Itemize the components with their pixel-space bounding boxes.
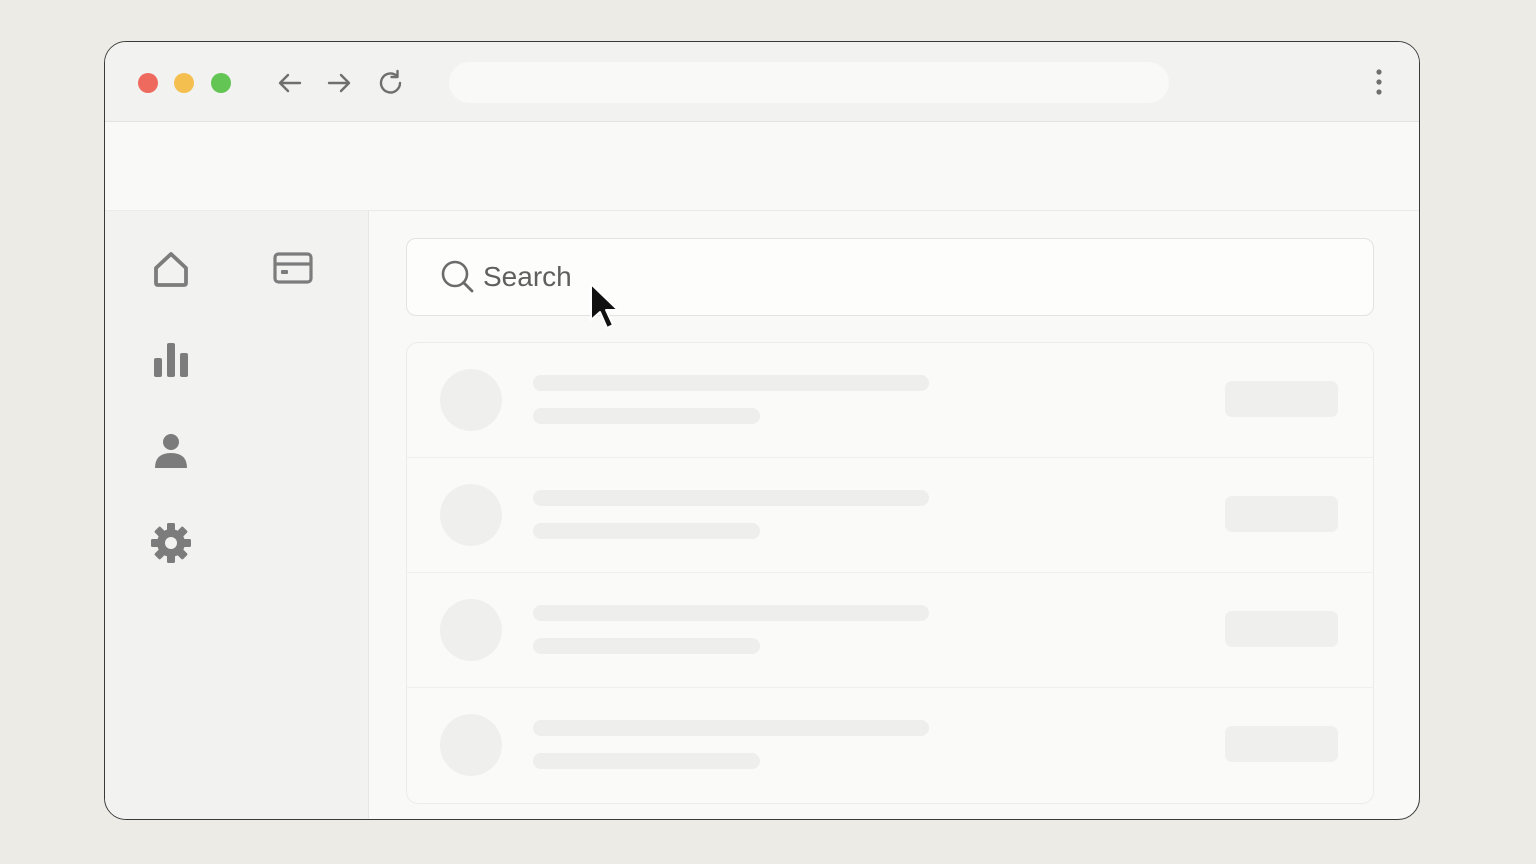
list-item[interactable] [407,688,1373,803]
gear-icon [151,523,191,563]
page-header [105,122,1419,211]
maximize-window-button[interactable] [211,73,231,93]
search-icon [441,260,474,293]
user-icon [155,434,187,468]
sidebar-item-settings[interactable] [149,521,193,565]
minimize-window-button[interactable] [174,73,194,93]
sidebar-item-payments[interactable] [271,246,315,290]
avatar-placeholder [440,714,502,776]
arrow-right-icon [327,73,351,93]
credit-card-icon [273,252,313,284]
action-placeholder [1225,496,1338,532]
arrow-left-icon [278,73,302,93]
list-item[interactable] [407,458,1373,573]
action-placeholder [1225,611,1338,647]
title-placeholder [533,375,929,391]
vertical-ellipsis-icon [1376,69,1382,95]
subtitle-placeholder [533,408,760,424]
subtitle-placeholder [533,753,760,769]
bar-chart-icon [154,343,188,377]
subtitle-placeholder [533,638,760,654]
sidebar-item-home[interactable] [149,247,193,291]
home-icon [154,252,188,287]
title-placeholder [533,605,929,621]
search-box[interactable] [406,238,1374,316]
forward-button[interactable] [324,68,354,98]
sidebar [105,211,369,819]
action-placeholder [1225,381,1338,417]
avatar-placeholder [440,484,502,546]
search-input[interactable] [483,257,1343,297]
title-placeholder [533,490,929,506]
action-placeholder [1225,726,1338,762]
sidebar-item-profile[interactable] [149,429,193,473]
browser-titlebar [105,42,1419,122]
browser-window [104,41,1420,820]
close-window-button[interactable] [138,73,158,93]
avatar-placeholder [440,369,502,431]
results-list [406,342,1374,804]
sidebar-item-analytics[interactable] [149,338,193,382]
back-button[interactable] [275,68,305,98]
title-placeholder [533,720,929,736]
address-bar[interactable] [449,62,1169,103]
list-item[interactable] [407,343,1373,458]
reload-icon [379,69,402,94]
reload-button[interactable] [376,68,406,98]
list-item[interactable] [407,573,1373,688]
avatar-placeholder [440,599,502,661]
browser-menu-button[interactable] [1369,67,1389,99]
subtitle-placeholder [533,523,760,539]
